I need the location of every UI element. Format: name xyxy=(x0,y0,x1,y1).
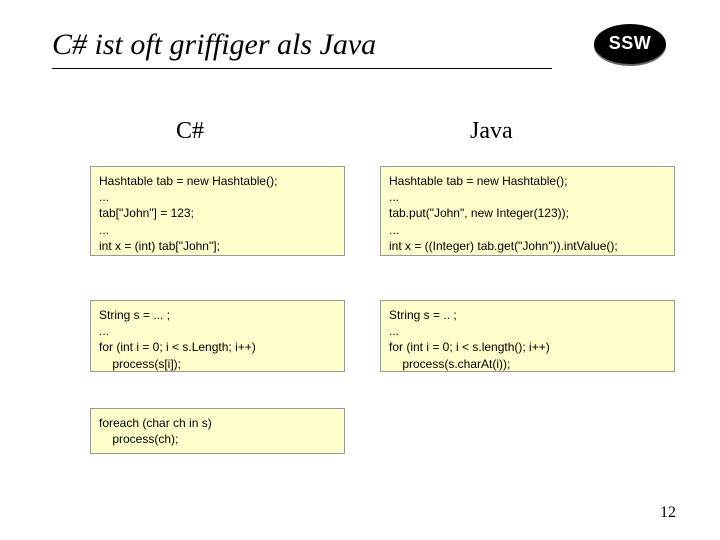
code-csharp-foreach: foreach (char ch in s) process(ch); xyxy=(90,408,345,454)
slide-title: C# ist oft griffiger als Java xyxy=(52,28,552,69)
slide: C# ist oft griffiger als Java SSW C# Jav… xyxy=(0,0,720,540)
column-header-csharp: C# xyxy=(176,118,204,145)
ssw-logo: SSW xyxy=(588,22,672,66)
page-number: 12 xyxy=(660,504,676,522)
column-header-java: Java xyxy=(470,118,513,145)
logo-text: SSW xyxy=(588,22,672,62)
code-java-string-loop: String s = .. ; ... for (int i = 0; i < … xyxy=(380,300,675,372)
code-java-hashtable: Hashtable tab = new Hashtable(); ... tab… xyxy=(380,166,675,256)
code-csharp-hashtable: Hashtable tab = new Hashtable(); ... tab… xyxy=(90,166,345,256)
code-csharp-string-loop: String s = ... ; ... for (int i = 0; i <… xyxy=(90,300,345,372)
